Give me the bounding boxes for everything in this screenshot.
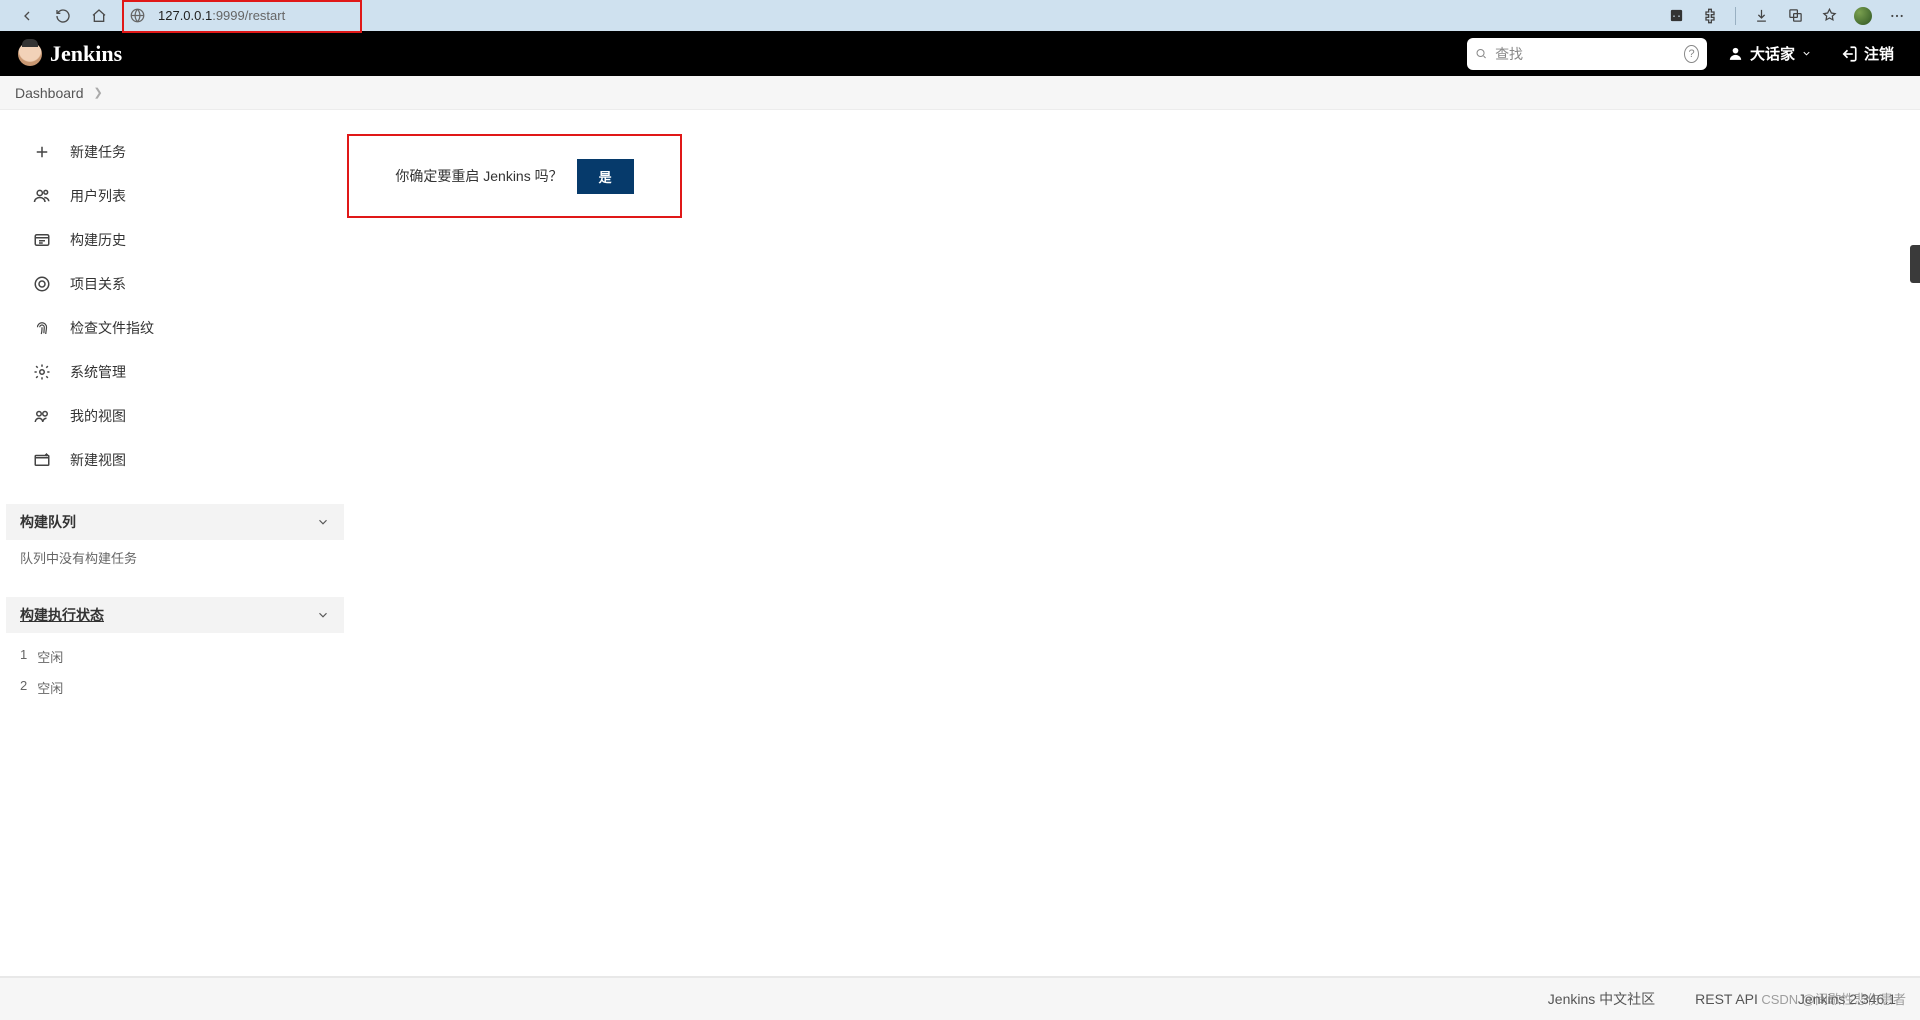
logout-link[interactable]: 注销 <box>1832 43 1902 64</box>
executor-header[interactable]: 构建执行状态 <box>6 597 344 633</box>
scroll-handle[interactable] <box>1910 245 1920 283</box>
page-body: 新建任务 用户列表 构建历史 项目关系 检查文件指纹 系统管理 我的视图 新建 <box>0 110 1920 1000</box>
profile-avatar[interactable] <box>1854 7 1872 25</box>
sidebar-item-new-view[interactable]: 新建视图 <box>0 438 340 482</box>
translate-icon[interactable] <box>1786 7 1804 25</box>
jenkins-logo-text: Jenkins <box>50 41 122 67</box>
fingerprint-icon <box>32 318 52 338</box>
executor-row: 2 空闲 <box>20 672 330 703</box>
executor-id: 1 <box>20 647 27 666</box>
sidebar-item-label: 新建任务 <box>70 142 126 162</box>
footer-link-community[interactable]: Jenkins 中文社区 <box>1548 989 1655 1009</box>
build-queue-header[interactable]: 构建队列 <box>6 504 344 540</box>
sidebar-item-label: 检查文件指纹 <box>70 318 154 338</box>
confirm-text: 你确定要重启 Jenkins 吗？ <box>395 166 562 186</box>
breadcrumb: Dashboard ❯ <box>0 76 1920 110</box>
search-icon <box>1475 46 1487 61</box>
executor-state: 空闲 <box>37 647 63 666</box>
logout-icon <box>1840 45 1858 63</box>
sidebar-item-label: 我的视图 <box>70 406 126 426</box>
sidebar-item-manage[interactable]: 系统管理 <box>0 350 340 394</box>
jenkins-logo[interactable]: Jenkins <box>18 41 122 67</box>
footer-link-rest-api[interactable]: REST API <box>1695 991 1758 1007</box>
executor-state: 空闲 <box>37 678 63 697</box>
sidebar-item-users[interactable]: 用户列表 <box>0 174 340 218</box>
extension-icon-2[interactable] <box>1701 7 1719 25</box>
back-icon[interactable] <box>18 7 36 25</box>
breadcrumb-dashboard[interactable]: Dashboard <box>15 85 84 101</box>
jenkins-logo-icon <box>18 42 42 66</box>
build-queue-body: 队列中没有构建任务 <box>6 540 344 575</box>
browser-toolbar: 127.0.0.1:9999/restart <box>0 0 1920 31</box>
user-name-label: 大话家 <box>1750 43 1795 64</box>
sidebar-item-label: 构建历史 <box>70 230 126 250</box>
sidebar: 新建任务 用户列表 构建历史 项目关系 检查文件指纹 系统管理 我的视图 新建 <box>0 110 340 1000</box>
sidebar-item-new-job[interactable]: 新建任务 <box>0 130 340 174</box>
separator <box>1735 7 1736 25</box>
more-icon[interactable] <box>1888 7 1906 25</box>
confirm-yes-button[interactable]: 是 <box>577 159 634 194</box>
relation-icon <box>32 274 52 294</box>
browser-nav-buttons <box>18 7 108 25</box>
executor-section: 构建执行状态 1 空闲 2 空闲 <box>6 597 344 711</box>
home-icon[interactable] <box>90 7 108 25</box>
chevron-down-icon <box>316 608 330 622</box>
address-bar[interactable]: 127.0.0.1:9999/restart <box>126 2 1649 30</box>
sidebar-item-history[interactable]: 构建历史 <box>0 218 340 262</box>
sidebar-item-relation[interactable]: 项目关系 <box>0 262 340 306</box>
logout-label: 注销 <box>1864 43 1894 64</box>
folder-plus-icon <box>32 450 52 470</box>
main-content: 你确定要重启 Jenkins 吗？ 是 <box>340 110 1920 1000</box>
history-icon <box>32 230 52 250</box>
executor-title: 构建执行状态 <box>20 605 104 625</box>
site-info-icon[interactable] <box>128 7 146 25</box>
build-queue-title: 构建队列 <box>20 512 76 532</box>
executor-body: 1 空闲 2 空闲 <box>6 633 344 711</box>
chevron-down-icon <box>1801 48 1812 59</box>
search-input[interactable] <box>1495 46 1676 62</box>
user-menu[interactable]: 大话家 <box>1719 43 1820 64</box>
plus-icon <box>32 142 52 162</box>
user-icon <box>1727 45 1744 62</box>
browser-actions <box>1667 7 1910 25</box>
chevron-down-icon <box>316 515 330 529</box>
extension-icon-1[interactable] <box>1667 7 1685 25</box>
collection-icon[interactable] <box>1820 7 1838 25</box>
download-icon[interactable] <box>1752 7 1770 25</box>
sidebar-item-label: 系统管理 <box>70 362 126 382</box>
watermark-text: CSDN @间歇性悲伤患者 <box>1761 989 1906 1008</box>
sidebar-item-my-views[interactable]: 我的视图 <box>0 394 340 438</box>
sidebar-item-fingerprint[interactable]: 检查文件指纹 <box>0 306 340 350</box>
build-queue-section: 构建队列 队列中没有构建任务 <box>6 504 344 575</box>
url-text: 127.0.0.1:9999/restart <box>152 8 1649 23</box>
jenkins-header: Jenkins ? 大话家 注销 <box>0 31 1920 76</box>
help-icon[interactable]: ? <box>1684 45 1699 63</box>
people-icon <box>32 186 52 206</box>
views-icon <box>32 406 52 426</box>
sidebar-item-label: 新建视图 <box>70 450 126 470</box>
queue-empty-text: 队列中没有构建任务 <box>20 551 137 566</box>
footer: Jenkins 中文社区 REST API Jenkins 2.346.1 <box>0 976 1920 1020</box>
gear-icon <box>32 362 52 382</box>
chevron-right-icon: ❯ <box>94 86 103 99</box>
sidebar-item-label: 用户列表 <box>70 186 126 206</box>
refresh-icon[interactable] <box>54 7 72 25</box>
restart-confirm-box: 你确定要重启 Jenkins 吗？ 是 <box>347 134 682 218</box>
sidebar-item-label: 项目关系 <box>70 274 126 294</box>
executor-row: 1 空闲 <box>20 641 330 672</box>
executor-id: 2 <box>20 678 27 697</box>
search-box[interactable]: ? <box>1467 38 1707 70</box>
